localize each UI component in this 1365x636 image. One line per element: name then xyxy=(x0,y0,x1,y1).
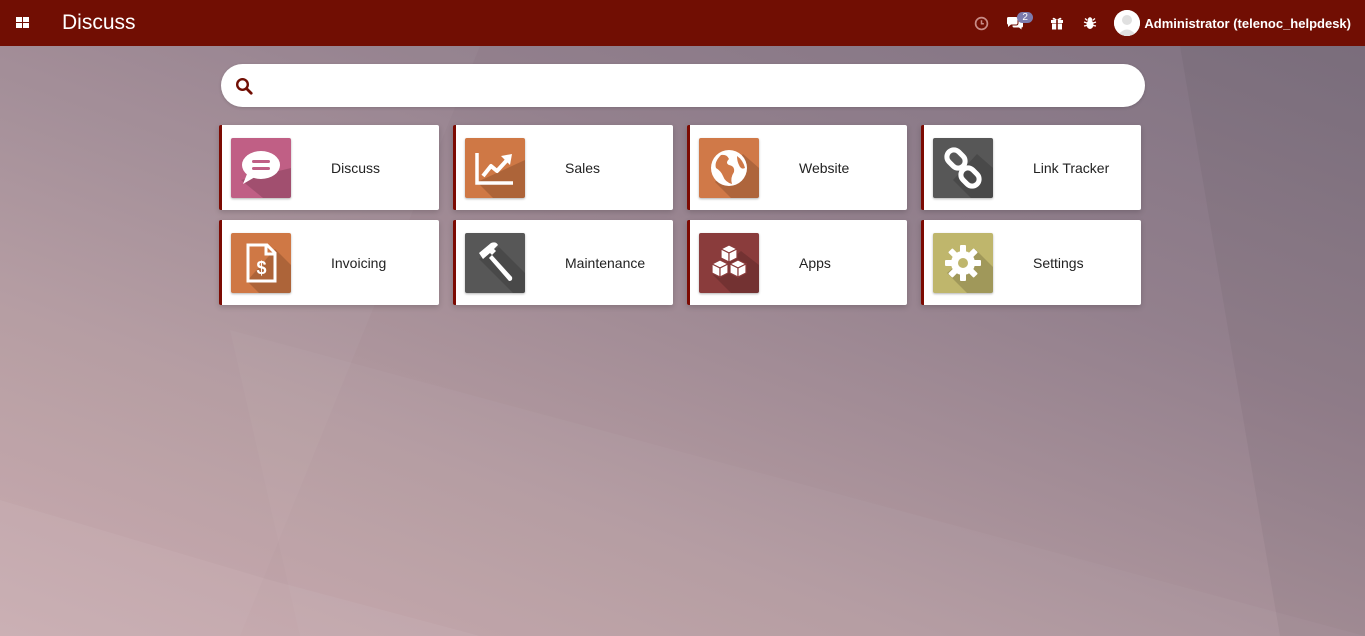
app-label: Website xyxy=(799,159,850,176)
user-silhouette-icon xyxy=(1114,10,1141,36)
app-icon-website xyxy=(699,137,759,198)
app-tile-discuss[interactable]: Discuss xyxy=(219,125,439,210)
globe-icon xyxy=(711,149,759,198)
app-icon-sales xyxy=(465,137,525,198)
message-count-badge: 2 xyxy=(1017,12,1033,23)
grid-icon xyxy=(16,17,29,28)
svg-text:$: $ xyxy=(256,258,266,278)
avatar xyxy=(1114,10,1141,36)
app-grid: Discuss Sales Website Link Tracker $ Inv… xyxy=(219,125,1141,305)
search-input[interactable] xyxy=(263,64,1145,107)
app-icon-discuss xyxy=(231,137,291,198)
chain-link-icon xyxy=(944,146,993,198)
app-icon-invoicing: $ xyxy=(231,232,291,293)
app-tile-link-tracker[interactable]: Link Tracker xyxy=(921,125,1141,210)
bug-icon xyxy=(1084,17,1097,29)
clock-icon xyxy=(974,16,989,30)
app-title: Discuss xyxy=(62,11,136,34)
app-label: Sales xyxy=(565,159,601,176)
app-menu-button[interactable] xyxy=(0,0,46,46)
search-bar xyxy=(221,64,1145,107)
systray: 2 Administrator (telenoc_helpdesk) xyxy=(964,0,1365,46)
search-icon xyxy=(235,77,253,95)
gift-button[interactable] xyxy=(1040,0,1074,46)
trending-chart-icon xyxy=(475,152,525,198)
messaging-menu-button[interactable]: 2 xyxy=(998,0,1040,46)
app-label: Maintenance xyxy=(565,254,646,271)
app-tile-sales[interactable]: Sales xyxy=(453,125,673,210)
app-label: Invoicing xyxy=(331,254,387,271)
top-navbar: Discuss 2 Administrator (telenoc_helpdes… xyxy=(0,0,1365,46)
app-label: Link Tracker xyxy=(1033,159,1110,176)
app-label: Settings xyxy=(1033,254,1084,271)
gift-icon xyxy=(1051,17,1064,30)
app-icon-settings xyxy=(933,232,993,293)
cubes-icon xyxy=(710,243,759,293)
activities-button[interactable] xyxy=(964,0,998,46)
debug-button[interactable] xyxy=(1074,0,1106,46)
chat-bubble-icon xyxy=(241,150,291,198)
app-tile-maintenance[interactable]: Maintenance xyxy=(453,220,673,305)
app-label: Discuss xyxy=(331,159,381,176)
invoice-dollar-icon: $ xyxy=(246,243,291,293)
gear-icon xyxy=(945,244,993,293)
app-label: Apps xyxy=(799,254,831,271)
user-menu[interactable]: Administrator (telenoc_helpdesk) xyxy=(1106,10,1365,36)
app-icon-apps xyxy=(699,232,759,293)
app-icon-link-tracker xyxy=(933,137,993,198)
app-tile-invoicing[interactable]: $ Invoicing xyxy=(219,220,439,305)
app-icon-maintenance xyxy=(465,232,525,293)
app-tile-website[interactable]: Website xyxy=(687,125,907,210)
hammer-icon xyxy=(479,241,525,293)
user-name: Administrator (telenoc_helpdesk) xyxy=(1144,15,1351,31)
app-tile-settings[interactable]: Settings xyxy=(921,220,1141,305)
app-tile-apps[interactable]: Apps xyxy=(687,220,907,305)
